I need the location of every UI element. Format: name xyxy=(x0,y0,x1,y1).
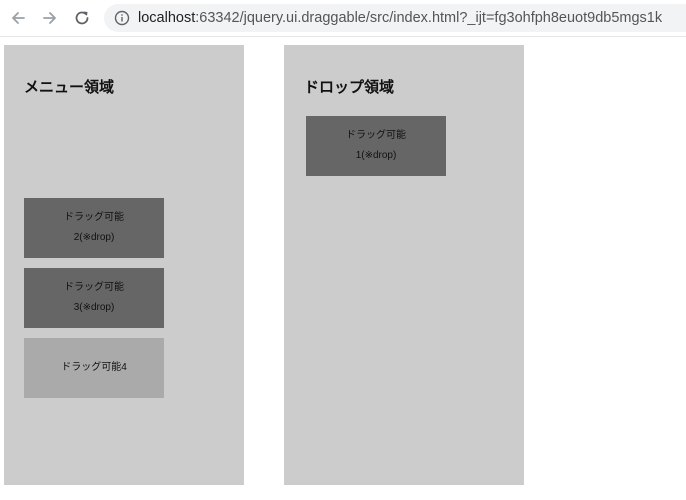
draggable-item-label: ドラッグ可能 xyxy=(346,130,406,141)
url-text[interactable]: localhost:63342/jquery.ui.draggable/src/… xyxy=(138,10,662,26)
draggable-item-3[interactable]: ドラッグ可能 3(※drop) xyxy=(24,268,164,328)
url-path: :63342/jquery.ui.draggable/src/index.htm… xyxy=(195,10,663,26)
draggable-item-2[interactable]: ドラッグ可能 2(※drop) xyxy=(24,198,164,258)
back-button[interactable] xyxy=(6,6,30,30)
menu-area-title: メニュー領域 xyxy=(24,79,115,96)
forward-button[interactable] xyxy=(38,6,62,30)
draggable-item-sublabel: 3(※drop) xyxy=(73,302,115,313)
draggable-item-label: ドラッグ可能4 xyxy=(61,362,127,373)
drop-area[interactable]: ドロップ領域 ドラッグ可能 1(※drop) xyxy=(284,45,524,485)
menu-area: メニュー領域 ドラッグ可能 2(※drop) ドラッグ可能 3(※drop) ド… xyxy=(4,45,244,485)
browser-toolbar: localhost:63342/jquery.ui.draggable/src/… xyxy=(0,0,686,37)
draggable-item-label: ドラッグ可能 xyxy=(64,282,124,293)
reload-button[interactable] xyxy=(70,6,94,30)
draggable-item-sublabel: 2(※drop) xyxy=(73,232,115,243)
reload-icon xyxy=(75,11,89,25)
drop-area-title: ドロップ領域 xyxy=(304,79,395,96)
forward-arrow-icon xyxy=(43,12,56,24)
draggable-item-1[interactable]: ドラッグ可能 1(※drop) xyxy=(306,116,446,176)
url-host: localhost xyxy=(138,10,196,26)
back-arrow-icon xyxy=(12,12,25,24)
draggable-item-label: ドラッグ可能 xyxy=(64,212,124,223)
draggable-item-4[interactable]: ドラッグ可能4 xyxy=(24,338,164,398)
address-bar[interactable]: localhost:63342/jquery.ui.draggable/src/… xyxy=(104,4,686,32)
draggable-item-sublabel: 1(※drop) xyxy=(355,150,397,161)
info-icon[interactable] xyxy=(114,10,130,26)
